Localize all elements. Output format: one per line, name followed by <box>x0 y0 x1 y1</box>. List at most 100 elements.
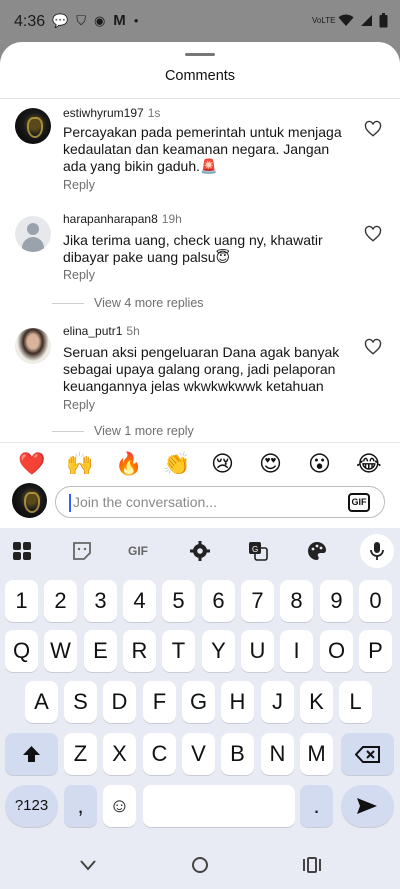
home-circle-icon[interactable] <box>189 854 211 876</box>
send-arrow-icon <box>357 798 377 814</box>
key-r[interactable]: R <box>123 630 156 672</box>
key-v[interactable]: V <box>182 733 215 775</box>
comment-username[interactable]: estiwhyrum197 <box>63 106 144 120</box>
reply-button[interactable]: Reply <box>63 178 95 192</box>
key-n[interactable]: N <box>261 733 294 775</box>
view-more-replies-label: View 1 more reply <box>94 424 194 438</box>
view-more-replies-button[interactable]: View 4 more replies <box>52 296 352 310</box>
key-h[interactable]: H <box>221 681 254 723</box>
comment-time: 1s <box>147 106 161 120</box>
avatar[interactable] <box>15 328 51 364</box>
shift-key[interactable] <box>5 733 58 775</box>
heart-icon[interactable] <box>364 225 382 243</box>
comment-text: Jika terima uang, check uang ny, khawati… <box>63 232 323 265</box>
key-3[interactable]: 3 <box>84 580 117 622</box>
reaction-surprised[interactable]: 😮 <box>308 451 331 477</box>
voice-input-button[interactable] <box>360 534 394 568</box>
reaction-crying[interactable]: 😢 <box>211 451 234 477</box>
theme-palette-icon[interactable] <box>306 540 328 562</box>
apps-grid-icon[interactable] <box>11 540 33 562</box>
key-q[interactable]: Q <box>5 630 38 672</box>
key-7[interactable]: 7 <box>241 580 274 622</box>
heart-icon[interactable] <box>364 338 382 356</box>
reaction-heart-eyes[interactable]: 😍 <box>259 451 282 477</box>
comma-key[interactable]: , <box>64 785 97 827</box>
key-5[interactable]: 5 <box>162 580 195 622</box>
key-6[interactable]: 6 <box>202 580 235 622</box>
quick-reactions-bar: ❤️ 🙌 🔥 👏 😢 😍 😮 😂 <box>0 442 400 486</box>
chevron-down-icon[interactable] <box>77 854 99 876</box>
send-key[interactable] <box>341 785 394 827</box>
wifi-icon <box>338 14 354 26</box>
recent-apps-icon[interactable] <box>301 854 323 876</box>
comment-text: Seruan aksi pengeluaran Dana agak banyak… <box>63 344 340 394</box>
messenger-icon: ◉ <box>93 13 106 28</box>
key-t[interactable]: T <box>162 630 195 672</box>
avatar[interactable] <box>15 216 51 252</box>
battery-icon <box>379 13 388 28</box>
comment-header: harapanharapan8 19h <box>63 212 182 226</box>
key-x[interactable]: X <box>103 733 136 775</box>
key-z[interactable]: Z <box>64 733 97 775</box>
key-1[interactable]: 1 <box>5 580 38 622</box>
backspace-key[interactable] <box>341 733 394 775</box>
key-i[interactable]: I <box>280 630 313 672</box>
key-2[interactable]: 2 <box>44 580 77 622</box>
reply-button[interactable]: Reply <box>63 268 95 282</box>
drag-handle[interactable] <box>185 53 215 56</box>
translate-icon[interactable]: G <box>247 540 269 562</box>
symbols-key[interactable]: ?123 <box>5 785 58 827</box>
text-caret <box>69 494 71 512</box>
keyboard: GIF G 1 2 3 4 5 6 7 8 9 0 Q W E R T Y U … <box>0 528 400 844</box>
gif-icon[interactable]: GIF <box>128 540 154 562</box>
key-g[interactable]: G <box>182 681 215 723</box>
key-a[interactable]: A <box>25 681 58 723</box>
key-8[interactable]: 8 <box>280 580 313 622</box>
heart-icon[interactable] <box>364 120 382 138</box>
avatar[interactable] <box>15 108 51 144</box>
key-9[interactable]: 9 <box>320 580 353 622</box>
gif-button[interactable]: GIF <box>348 493 370 512</box>
period-key[interactable]: . <box>300 785 333 827</box>
status-bar: 4:36 💬 ⛉ ◉ M ● VoLTE <box>0 0 400 44</box>
key-j[interactable]: J <box>261 681 294 723</box>
key-l[interactable]: L <box>339 681 372 723</box>
comment-username[interactable]: elina_putr1 <box>63 324 122 338</box>
key-s[interactable]: S <box>64 681 97 723</box>
divider <box>52 302 84 304</box>
key-k[interactable]: K <box>300 681 333 723</box>
view-more-replies-button[interactable]: View 1 more reply <box>52 424 352 438</box>
comment-input-row: Join the conversation... GIF <box>0 483 400 528</box>
gmail-icon: M <box>113 12 126 29</box>
divider <box>52 430 84 432</box>
space-bar[interactable] <box>143 785 295 827</box>
reaction-fire[interactable]: 🔥 <box>115 451 142 477</box>
emoji-key[interactable]: ☺ <box>103 785 136 827</box>
key-c[interactable]: C <box>143 733 176 775</box>
reaction-raising-hands[interactable]: 🙌 <box>66 451 93 477</box>
comment-input[interactable]: Join the conversation... GIF <box>55 486 385 518</box>
view-more-replies-label: View 4 more replies <box>94 296 204 310</box>
reaction-heart[interactable]: ❤️ <box>18 451 45 477</box>
key-b[interactable]: B <box>221 733 254 775</box>
notification-icons: 💬 ⛉ ◉ M ● <box>52 12 139 29</box>
shift-arrow-icon <box>23 746 40 762</box>
key-4[interactable]: 4 <box>123 580 156 622</box>
comment-username[interactable]: harapanharapan8 <box>63 212 158 226</box>
reaction-clap[interactable]: 👏 <box>163 451 190 477</box>
key-0[interactable]: 0 <box>359 580 392 622</box>
key-d[interactable]: D <box>103 681 136 723</box>
key-y[interactable]: Y <box>202 630 235 672</box>
key-p[interactable]: P <box>359 630 392 672</box>
keyboard-toolbar: GIF G <box>0 528 400 572</box>
settings-gear-icon[interactable] <box>189 540 211 562</box>
reply-button[interactable]: Reply <box>63 398 95 412</box>
key-o[interactable]: O <box>320 630 353 672</box>
key-m[interactable]: M <box>300 733 333 775</box>
key-u[interactable]: U <box>241 630 274 672</box>
key-w[interactable]: W <box>44 630 77 672</box>
sticker-icon[interactable] <box>71 540 93 562</box>
reaction-laughing[interactable]: 😂 <box>356 451 382 477</box>
key-e[interactable]: E <box>84 630 117 672</box>
key-f[interactable]: F <box>143 681 176 723</box>
